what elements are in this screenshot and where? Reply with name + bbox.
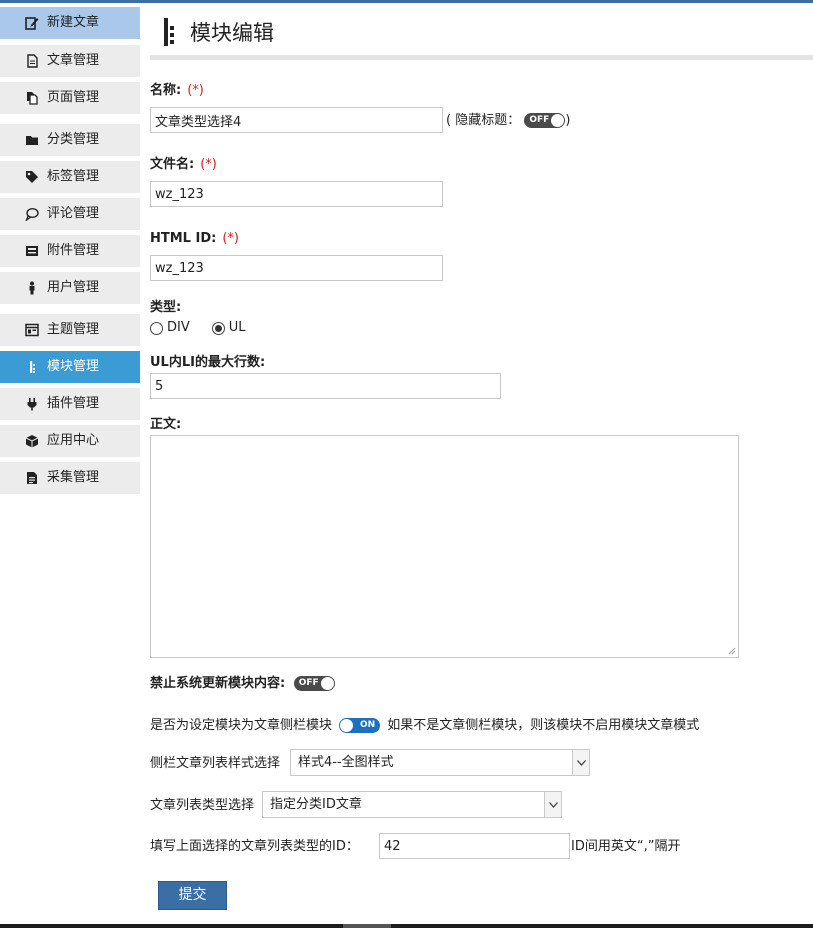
type-ul-label: UL — [228, 320, 246, 335]
document-icon — [25, 54, 39, 68]
list-id-label: 填写上面选择的文章列表类型的ID： — [150, 839, 359, 854]
sidebar-item-label: 标签管理 — [47, 169, 100, 184]
cube-icon — [25, 434, 39, 448]
hide-title-group: ( 隐藏标题： OFF) — [446, 113, 570, 129]
sidebar-item-label: 分类管理 — [47, 132, 100, 147]
sidebar-item-label: 文章管理 — [47, 53, 100, 68]
filename-label: 文件名: (*) — [150, 157, 217, 172]
type-ul-radio[interactable] — [211, 321, 225, 335]
sidebar-item-label: 插件管理 — [47, 396, 100, 411]
max-rows-label: UL内LI的最大行数: — [150, 355, 266, 370]
required-mark: (*) — [187, 83, 204, 98]
sidebar-item-attachments[interactable]: 附件管理 — [0, 235, 140, 267]
chevron-down-icon — [572, 750, 589, 775]
name-label: 名称: (*) — [150, 83, 204, 98]
content-label: 正文: — [150, 417, 182, 432]
sidebar-module-hint: 如果不是文章侧栏模块，则该模块不启用模块文章模式 — [387, 718, 700, 733]
chevron-down-icon — [544, 792, 561, 817]
user-icon — [25, 281, 39, 295]
content-textarea[interactable] — [150, 435, 739, 658]
sidebar-item-label: 主题管理 — [47, 322, 100, 337]
sidebar-item-plugins[interactable]: 插件管理 — [0, 388, 140, 420]
list-id-input[interactable] — [379, 833, 570, 859]
pages-icon — [25, 91, 39, 105]
resize-grip-icon[interactable] — [727, 646, 736, 655]
sidebar-item-app-center[interactable]: 应用中心 — [0, 425, 140, 457]
module-icon — [162, 18, 178, 46]
sidebar-item-label: 附件管理 — [47, 243, 100, 258]
sidebar-item-new-article[interactable]: 新建文章 — [0, 7, 140, 39]
sidebar-item-articles[interactable]: 文章管理 — [0, 45, 140, 77]
sidebar-item-label: 应用中心 — [47, 433, 100, 448]
type-radio-group: DIV UL — [150, 320, 246, 336]
edit-icon — [25, 16, 39, 30]
sidebar-item-label: 用户管理 — [47, 280, 100, 295]
filename-input[interactable] — [150, 181, 443, 207]
inbox-icon — [25, 244, 39, 258]
hide-title-suffix: ) — [565, 113, 571, 128]
sidebar-item-tags[interactable]: 标签管理 — [0, 161, 140, 193]
hide-title-toggle[interactable]: OFF — [524, 113, 566, 128]
sidebar-item-collection[interactable]: 采集管理 — [0, 462, 140, 494]
sidebar-item-themes[interactable]: 主题管理 — [0, 314, 140, 346]
sidebar-item-users[interactable]: 用户管理 — [0, 272, 140, 304]
bottom-bar — [0, 924, 813, 928]
html-id-label: HTML ID: (*) — [150, 231, 239, 246]
no-update-label: 禁止系统更新模块内容: OFF — [150, 676, 335, 692]
name-input[interactable] — [150, 107, 443, 133]
module-icon — [25, 360, 39, 374]
sidebar-item-categories[interactable]: 分类管理 — [0, 124, 140, 156]
file-icon — [25, 471, 39, 485]
list-type-select[interactable]: 指定分类ID文章 — [262, 791, 562, 818]
required-mark: (*) — [200, 157, 217, 172]
bottom-scroll-thumb[interactable] — [343, 924, 391, 928]
type-div-radio[interactable] — [150, 321, 163, 335]
sidebar-item-comments[interactable]: 评论管理 — [0, 198, 140, 230]
page-title: 模块编辑 — [190, 21, 274, 45]
plug-icon — [25, 397, 39, 411]
sidebar-item-pages[interactable]: 页面管理 — [0, 82, 140, 114]
top-accent-bar — [0, 0, 813, 3]
max-rows-input[interactable] — [150, 373, 501, 399]
sidebar-item-modules[interactable]: 模块管理 — [0, 351, 140, 383]
folder-icon — [25, 133, 39, 147]
header-divider — [150, 55, 813, 60]
list-style-select[interactable]: 样式4--全图样式 — [290, 749, 590, 776]
type-label: 类型: — [150, 300, 182, 315]
sidebar-item-label: 新建文章 — [47, 15, 100, 30]
sidebar-item-label: 采集管理 — [47, 470, 100, 485]
comment-icon — [25, 207, 39, 221]
sidebar-module-toggle[interactable]: ON — [339, 718, 381, 733]
submit-button[interactable]: 提交 — [158, 881, 227, 910]
sidebar-item-label: 模块管理 — [47, 359, 100, 374]
layout-icon — [25, 323, 39, 337]
html-id-input[interactable] — [150, 255, 443, 281]
required-mark: (*) — [222, 231, 239, 246]
type-div-label: DIV — [167, 320, 190, 335]
sidebar-item-label: 页面管理 — [47, 90, 100, 105]
hide-title-label: ( 隐藏标题： — [446, 113, 521, 128]
list-type-label: 文章列表类型选择 — [150, 798, 255, 813]
list-style-label: 侧栏文章列表样式选择 — [150, 756, 281, 771]
sidebar-module-label: 是否为设定模块为文章侧栏模块 — [150, 718, 333, 733]
sidebar-module-row: 是否为设定模块为文章侧栏模块 ON 如果不是文章侧栏模块，则该模块不启用模块文章… — [150, 718, 699, 734]
no-update-toggle[interactable]: OFF — [293, 676, 335, 691]
sidebar-item-label: 评论管理 — [47, 206, 100, 221]
tag-icon — [25, 170, 39, 184]
list-id-hint: ID间用英文“,”隔开 — [571, 839, 681, 854]
